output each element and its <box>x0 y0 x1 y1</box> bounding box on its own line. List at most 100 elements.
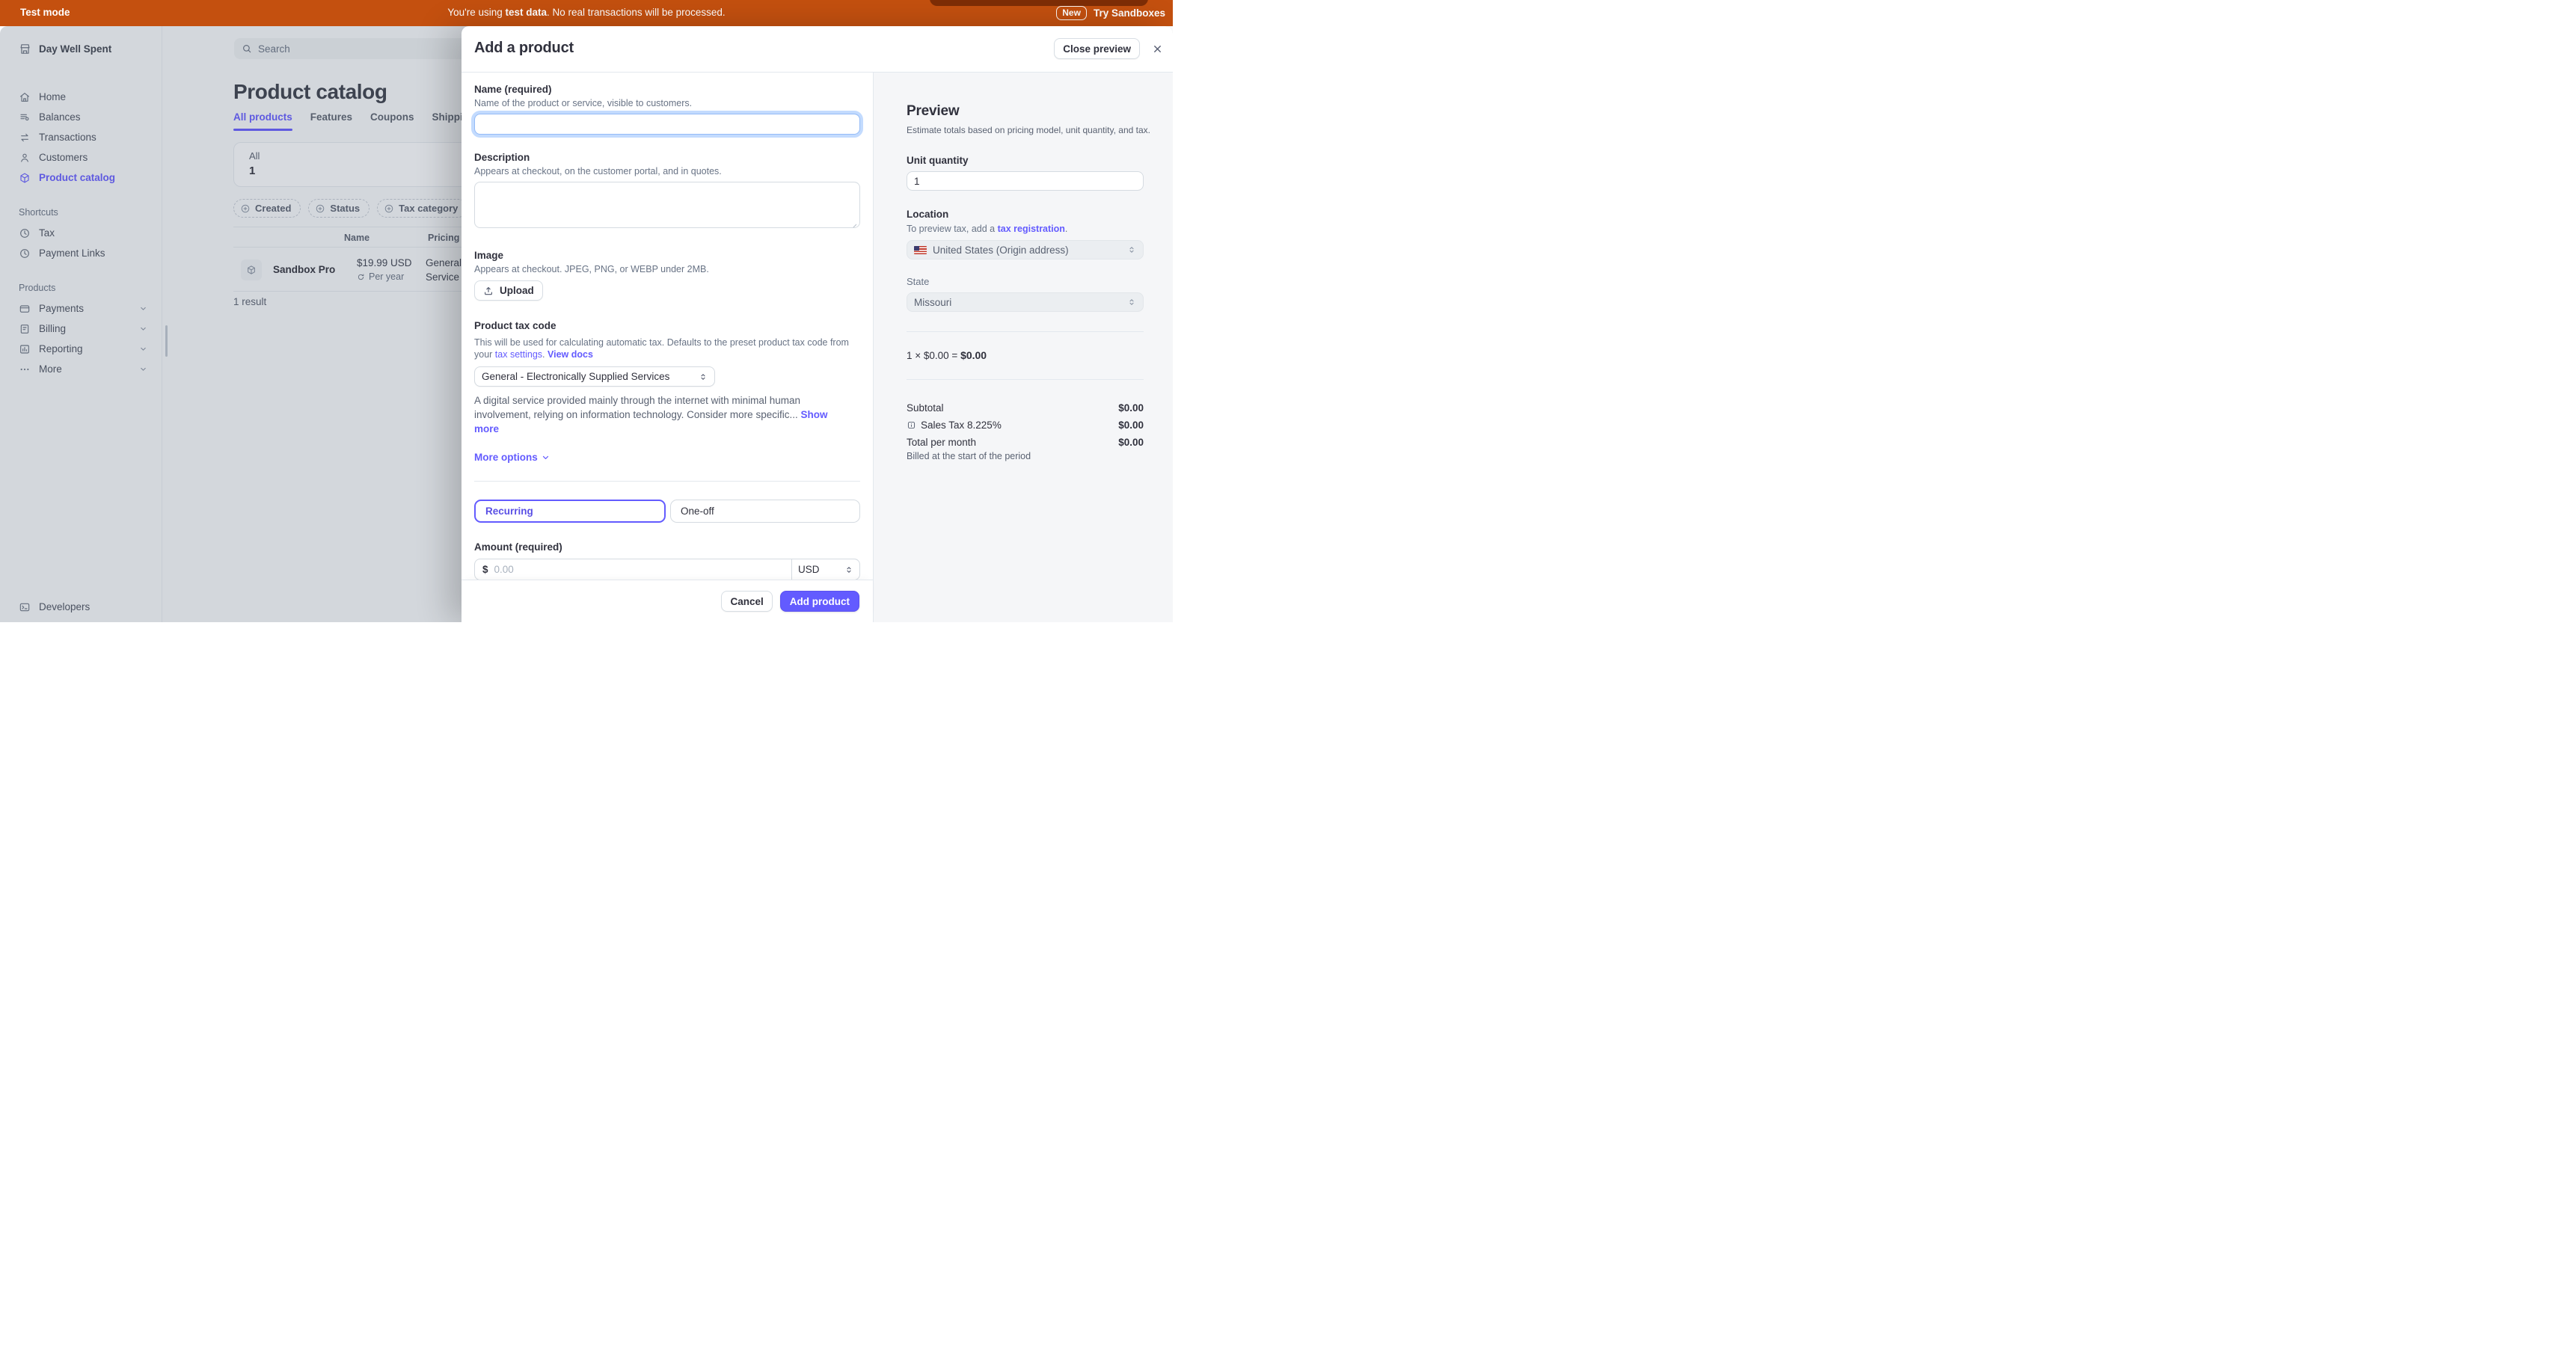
description-label: Description <box>474 152 860 164</box>
search-icon <box>242 43 252 54</box>
location-help: To preview tax, add a tax registration. <box>907 223 1144 235</box>
transactions-icon <box>19 132 31 144</box>
stripe-dashboard: Test mode You're using test data. No rea… <box>0 0 1173 622</box>
reporting-icon <box>19 343 31 355</box>
chevron-down-icon <box>139 365 147 373</box>
select-chevrons-icon <box>1127 298 1136 307</box>
tax-code-select[interactable]: General - Electronically Supplied Servic… <box>474 366 715 387</box>
collapsed-popover <box>930 0 1148 6</box>
total-per-month-row: Total per month $0.00 <box>907 434 1144 450</box>
sidebar-item-billing[interactable]: Billing <box>0 319 162 339</box>
new-badge: New <box>1056 6 1087 20</box>
sales-tax-row: Sales Tax 8.225% $0.00 <box>907 417 1144 433</box>
product-form: Name (required) Name of the product or s… <box>461 73 873 622</box>
tab-features[interactable]: Features <box>310 111 352 129</box>
state-select[interactable]: Missouri <box>907 292 1144 312</box>
tax-settings-link[interactable]: tax settings <box>495 349 542 360</box>
sidebar-item-customers[interactable]: Customers <box>0 147 162 168</box>
plus-circle-icon <box>240 203 251 214</box>
select-chevrons-icon <box>699 372 708 381</box>
product-tax-line1: General <box>426 257 461 268</box>
plus-circle-icon <box>384 203 394 214</box>
chevron-down-icon <box>139 345 147 353</box>
image-help: Appears at checkout. JPEG, PNG, or WEBP … <box>474 263 860 275</box>
tax-code-help: This will be used for calculating automa… <box>474 337 860 360</box>
us-flag-icon <box>914 246 927 254</box>
section-divider <box>474 481 860 482</box>
clock-icon <box>19 248 31 259</box>
account-menu[interactable]: Day Well Spent <box>0 26 162 58</box>
col-name: Name <box>344 233 369 243</box>
unit-quantity-input[interactable] <box>907 171 1144 191</box>
close-preview-button[interactable]: Close preview <box>1054 38 1140 59</box>
catalog-tabs: All products Features Coupons Shipping <box>233 111 475 129</box>
customers-icon <box>19 152 31 164</box>
tab-all-products[interactable]: All products <box>233 111 292 129</box>
amount-input[interactable] <box>494 564 784 575</box>
product-interval: Per year <box>357 271 404 282</box>
product-thumbnail <box>241 259 262 280</box>
recurring-option[interactable]: Recurring <box>474 500 666 523</box>
sidebar-item-balances[interactable]: Balances <box>0 107 162 127</box>
sidebar: Day Well Spent Home Balances Transaction… <box>0 26 162 622</box>
filter-tax-category[interactable]: Tax category <box>377 199 467 218</box>
drawer-title: Add a product <box>474 40 574 57</box>
shortcuts-heading: Shortcuts <box>0 207 162 218</box>
name-help: Name of the product or service, visible … <box>474 97 860 109</box>
one-off-option[interactable]: One-off <box>670 500 860 523</box>
location-label: Location <box>907 209 1144 220</box>
state-label: State <box>907 276 1144 287</box>
filter-status[interactable]: Status <box>308 199 369 218</box>
subtotal-row: Subtotal $0.00 <box>907 399 1144 416</box>
storefront-icon <box>19 43 31 55</box>
preview-panel: Preview Estimate totals based on pricing… <box>873 73 1173 622</box>
currency-select[interactable]: USD <box>791 559 859 580</box>
more-options-link[interactable]: More options <box>474 452 551 463</box>
tax-registration-link[interactable]: tax registration <box>998 224 1065 234</box>
image-label: Image <box>474 250 860 262</box>
tax-code-description: A digital service provided mainly throug… <box>474 393 832 436</box>
chevron-down-icon <box>139 304 147 313</box>
view-docs-link[interactable]: View docs <box>548 349 593 360</box>
sidebar-item-home[interactable]: Home <box>0 87 162 107</box>
billing-icon <box>19 323 31 335</box>
name-field[interactable] <box>474 114 860 135</box>
home-icon <box>19 91 31 103</box>
recurring-icon <box>357 273 365 281</box>
chevron-down-icon <box>139 325 147 333</box>
pricing-type-toggle: Recurring One-off <box>474 500 860 523</box>
sidebar-item-payments[interactable]: Payments <box>0 298 162 319</box>
drawer-footer: Cancel Add product <box>461 580 873 622</box>
tab-coupons[interactable]: Coupons <box>370 111 414 129</box>
upload-icon <box>483 286 494 296</box>
sidebar-item-developers[interactable]: Developers <box>0 597 162 617</box>
cancel-button[interactable]: Cancel <box>721 591 772 612</box>
col-pricing: Pricing <box>428 233 459 243</box>
close-icon[interactable] <box>1152 43 1163 55</box>
balances-icon <box>19 111 31 123</box>
country-select[interactable]: United States (Origin address) <box>907 240 1144 259</box>
sidebar-item-payment-links[interactable]: Payment Links <box>0 243 162 263</box>
try-sandboxes-link[interactable]: Try Sandboxes <box>1094 7 1165 19</box>
filter-created[interactable]: Created <box>233 199 301 218</box>
product-price: $19.99 USD <box>357 257 412 268</box>
payments-icon <box>19 303 31 315</box>
drawer-header: Add a product Close preview <box>461 26 1173 73</box>
upload-button[interactable]: Upload <box>474 280 543 301</box>
description-field[interactable] <box>474 182 860 228</box>
unit-math: 1 × $0.00 = $0.00 <box>907 349 1144 361</box>
scrollbar-thumb[interactable] <box>165 325 168 357</box>
sidebar-item-more[interactable]: More <box>0 359 162 379</box>
currency-symbol: $ <box>482 564 488 575</box>
add-product-button[interactable]: Add product <box>780 591 859 612</box>
result-count: 1 result <box>233 296 266 307</box>
name-label: Name (required) <box>474 84 860 96</box>
plus-circle-icon <box>315 203 325 214</box>
sidebar-item-reporting[interactable]: Reporting <box>0 339 162 359</box>
select-chevrons-icon <box>844 565 853 574</box>
account-name: Day Well Spent <box>39 43 111 55</box>
sidebar-item-product-catalog[interactable]: Product catalog <box>0 168 162 188</box>
add-product-drawer: Add a product Close preview Name (requir… <box>461 26 1173 622</box>
sidebar-item-tax[interactable]: Tax <box>0 223 162 243</box>
sidebar-item-transactions[interactable]: Transactions <box>0 127 162 147</box>
